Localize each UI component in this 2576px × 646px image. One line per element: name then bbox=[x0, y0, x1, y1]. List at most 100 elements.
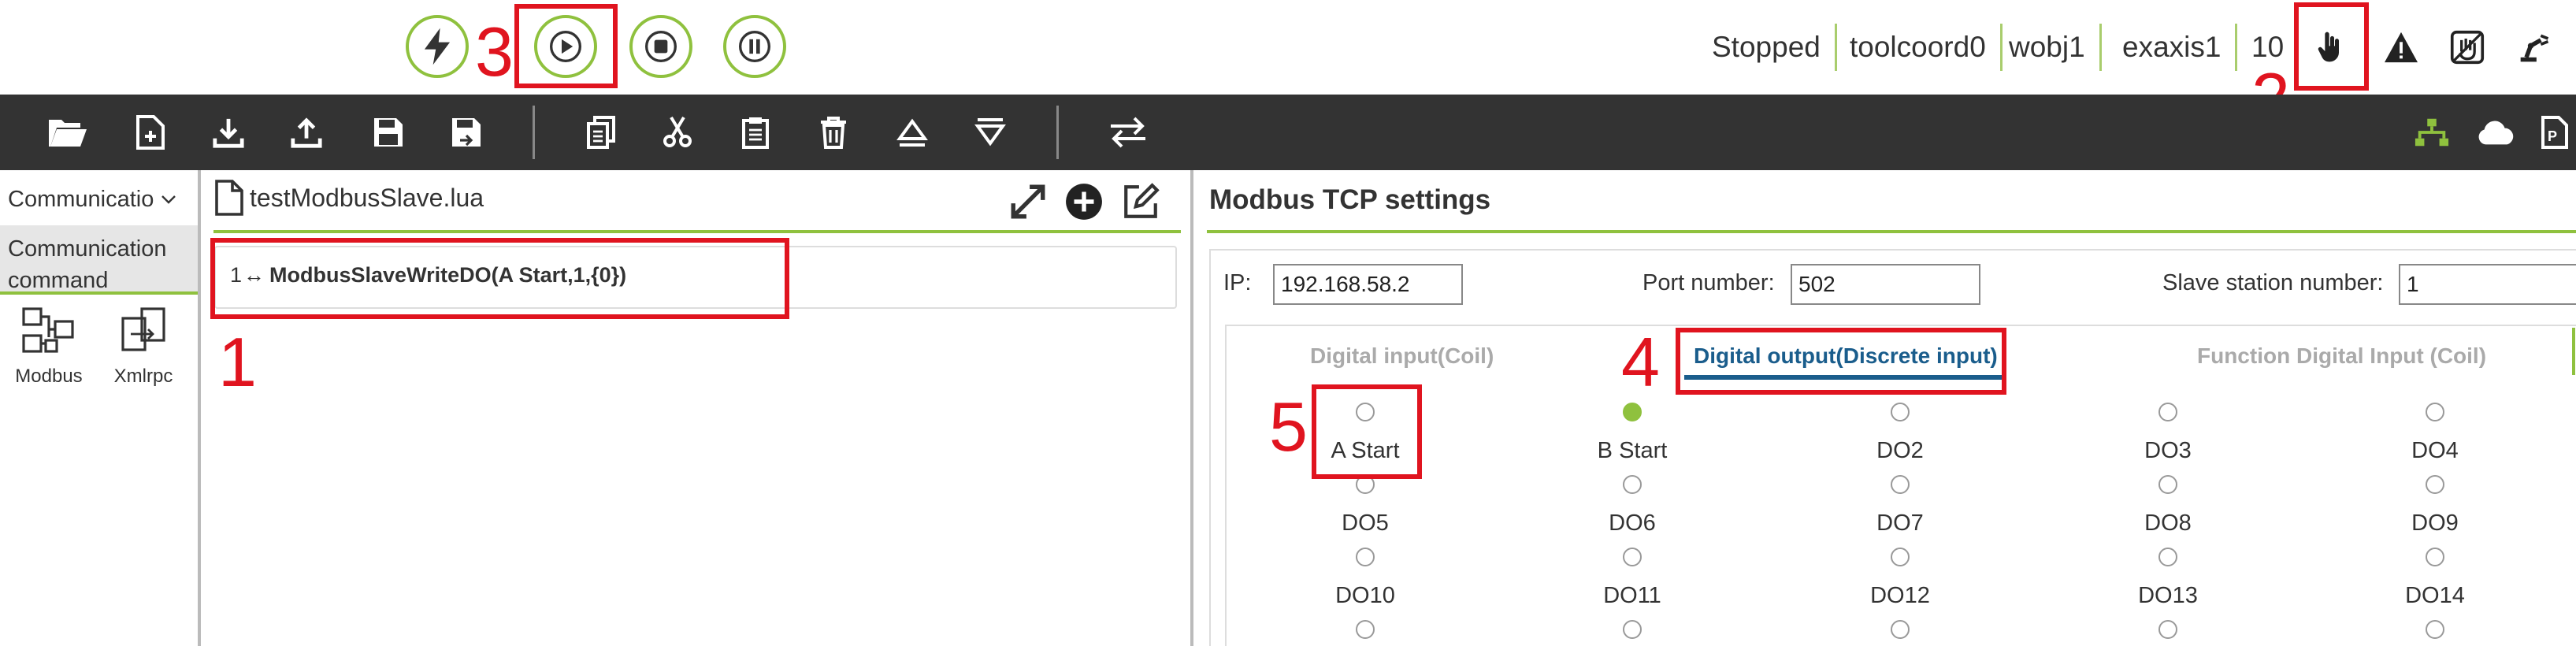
modbus-command[interactable]: Modbus bbox=[9, 306, 88, 416]
pause-icon bbox=[739, 31, 770, 62]
save-icon bbox=[374, 118, 403, 147]
settings-divider bbox=[1207, 230, 2576, 233]
annotation-box-4 bbox=[1676, 328, 2006, 395]
delete-icon bbox=[821, 117, 846, 149]
category-dropdown[interactable]: Communicatio bbox=[8, 181, 181, 217]
hand-guiding-icon bbox=[2450, 30, 2485, 65]
download-button[interactable] bbox=[206, 110, 251, 154]
annotation-label-4: 4 bbox=[1621, 323, 1660, 401]
add-command-button[interactable] bbox=[1062, 180, 1106, 224]
toolbar: P bbox=[0, 95, 2576, 170]
output-radio[interactable] bbox=[1623, 548, 1642, 566]
output-radio[interactable] bbox=[1891, 475, 1910, 494]
output-label: DO9 bbox=[2411, 510, 2459, 536]
output-radio[interactable] bbox=[1891, 548, 1910, 566]
output-radio[interactable] bbox=[1891, 403, 1910, 421]
output-radio[interactable] bbox=[2158, 620, 2177, 639]
toolbar-divider bbox=[1056, 106, 1059, 159]
network-button[interactable] bbox=[2410, 110, 2454, 154]
slave-station-label: Slave station number: bbox=[2162, 270, 2384, 295]
robot-arm-button[interactable] bbox=[2511, 24, 2559, 71]
stop-button[interactable] bbox=[629, 15, 692, 78]
open-button[interactable] bbox=[46, 110, 90, 154]
top-bar: 3 Stopped toolcoord0 wobj1 exaxis1 10 2 bbox=[0, 0, 2576, 132]
output-label: DO14 bbox=[2405, 583, 2465, 608]
cloud-icon bbox=[2478, 121, 2514, 145]
cloud-button[interactable] bbox=[2474, 110, 2518, 154]
output-radio[interactable] bbox=[2426, 620, 2444, 639]
swap-button[interactable] bbox=[1106, 110, 1150, 154]
ip-label: IP: bbox=[1223, 270, 1252, 295]
edit-button[interactable] bbox=[1119, 180, 1163, 224]
save-as-button[interactable] bbox=[444, 110, 488, 154]
xmlrpc-command[interactable]: Xmlrpc bbox=[104, 306, 183, 416]
output-radio[interactable] bbox=[2426, 403, 2444, 421]
output-label: DO3 bbox=[2144, 438, 2192, 463]
document-button[interactable]: P bbox=[2533, 110, 2576, 154]
annotation-box-5 bbox=[1312, 384, 1422, 479]
output-radio[interactable] bbox=[1623, 620, 1642, 639]
status-wobj: wobj1 bbox=[1995, 24, 2102, 71]
program-editor: testModbusSlave.lua 1 ↔ ModbusSlaveWrite… bbox=[201, 170, 1193, 646]
modbus-icon bbox=[22, 307, 74, 353]
command-panel: Communicatio Communication command Modbu… bbox=[0, 170, 201, 646]
output-radio[interactable] bbox=[2158, 548, 2177, 566]
expand-button[interactable] bbox=[1006, 180, 1050, 224]
status-state: Stopped bbox=[1698, 24, 1837, 71]
file-icon bbox=[215, 180, 243, 216]
cut-icon bbox=[663, 116, 692, 147]
tab-scroll-indicator bbox=[2572, 328, 2575, 375]
xmlrpc-icon bbox=[121, 307, 165, 351]
save-as-icon bbox=[452, 118, 481, 147]
move-up-button[interactable] bbox=[890, 110, 934, 154]
annotation-box-2 bbox=[2294, 2, 2369, 91]
tab-function-digital-input[interactable]: Function Digital Input (Coil) bbox=[2197, 343, 2486, 369]
slave-station-input[interactable]: 1 bbox=[2399, 264, 2576, 305]
editor-divider bbox=[213, 230, 1181, 233]
output-radio[interactable] bbox=[2158, 475, 2177, 494]
network-icon bbox=[2415, 118, 2449, 147]
upload-button[interactable] bbox=[284, 110, 328, 154]
move-down-icon bbox=[974, 118, 1006, 147]
output-radio[interactable] bbox=[2426, 475, 2444, 494]
new-file-button[interactable] bbox=[128, 110, 173, 154]
document-icon: P bbox=[2541, 116, 2568, 149]
file-name: testModbusSlave.lua bbox=[250, 183, 484, 212]
output-radio[interactable] bbox=[1623, 403, 1642, 421]
port-input[interactable]: 502 bbox=[1791, 264, 1980, 305]
upload-icon bbox=[291, 117, 322, 148]
category-communication-command[interactable]: Communication command bbox=[0, 225, 198, 295]
output-label: DO6 bbox=[1609, 510, 1656, 536]
ip-input[interactable]: 192.168.58.2 bbox=[1273, 264, 1463, 305]
warning-button[interactable] bbox=[2377, 24, 2425, 71]
stop-icon bbox=[645, 31, 677, 62]
output-radio[interactable] bbox=[2158, 403, 2177, 421]
save-button[interactable] bbox=[366, 110, 410, 154]
settings-title: Modbus TCP settings bbox=[1209, 184, 1491, 215]
hand-guiding-button[interactable] bbox=[2444, 24, 2491, 71]
output-radio[interactable] bbox=[1891, 620, 1910, 639]
chevron-down-icon bbox=[161, 195, 176, 204]
tab-digital-input[interactable]: Digital input(Coil) bbox=[1310, 343, 1494, 369]
file-tab[interactable]: testModbusSlave.lua bbox=[215, 180, 484, 216]
warning-icon bbox=[2385, 32, 2418, 63]
paste-button[interactable] bbox=[733, 110, 778, 154]
xmlrpc-label: Xmlrpc bbox=[113, 366, 173, 387]
svg-text:P: P bbox=[2548, 128, 2557, 144]
pause-button[interactable] bbox=[723, 15, 786, 78]
move-down-button[interactable] bbox=[968, 110, 1012, 154]
output-label: DO7 bbox=[1876, 510, 1924, 536]
delete-button[interactable] bbox=[811, 110, 856, 154]
bolt-button[interactable] bbox=[406, 15, 469, 78]
output-radio[interactable] bbox=[1356, 620, 1375, 639]
output-radio[interactable] bbox=[1623, 475, 1642, 494]
output-radio[interactable] bbox=[2426, 548, 2444, 566]
modbus-settings-panel: Modbus TCP settings IP: 192.168.58.2 Por… bbox=[1193, 170, 2576, 646]
output-label: DO12 bbox=[1870, 583, 1930, 608]
swap-icon bbox=[1111, 117, 1145, 148]
output-radio[interactable] bbox=[1356, 548, 1375, 566]
cut-button[interactable] bbox=[655, 110, 700, 154]
copy-button[interactable] bbox=[579, 110, 623, 154]
robot-arm-icon bbox=[2520, 34, 2549, 62]
paste-icon bbox=[742, 117, 769, 149]
